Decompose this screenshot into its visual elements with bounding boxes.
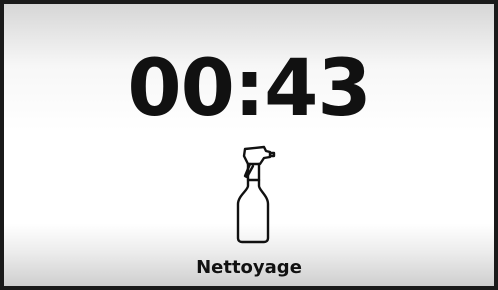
oven-display-screen: 00:43 Nettoyage bbox=[0, 0, 498, 290]
spray-bottle-icon bbox=[226, 142, 278, 246]
countdown-timer: 00:43 bbox=[127, 44, 371, 134]
mode-label: Nettoyage bbox=[196, 257, 302, 278]
